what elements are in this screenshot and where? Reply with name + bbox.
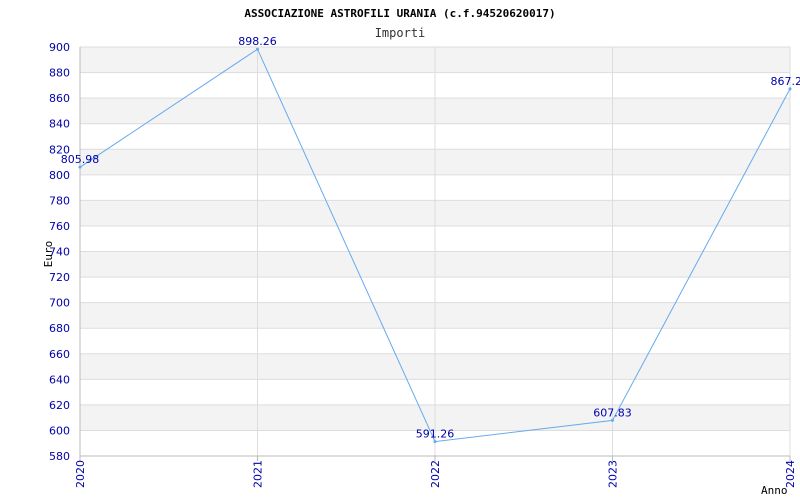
y-tick-label: 800 xyxy=(49,169,70,182)
y-tick-label: 680 xyxy=(49,322,70,335)
y-tick-label: 640 xyxy=(49,373,70,386)
y-tick-label: 620 xyxy=(49,399,70,412)
y-tick-label: 720 xyxy=(49,271,70,284)
y-tick-label: 580 xyxy=(49,450,70,463)
y-tick-label: 660 xyxy=(49,348,70,361)
x-tick-label: 2021 xyxy=(252,460,265,488)
x-tick-label: 2022 xyxy=(429,460,442,488)
data-label: 898.26 xyxy=(238,35,277,48)
y-tick-label: 900 xyxy=(49,41,70,54)
x-tick-label: 2023 xyxy=(607,460,620,488)
data-label: 591.26 xyxy=(416,428,455,441)
x-tick-label: 2020 xyxy=(74,460,87,488)
data-label: 607.83 xyxy=(593,406,632,419)
data-label: 867.2 xyxy=(771,75,800,88)
y-tick-label: 700 xyxy=(49,297,70,310)
y-tick-label: 860 xyxy=(49,92,70,105)
y-tick-label: 600 xyxy=(49,424,70,437)
y-axis-label: Euro xyxy=(42,241,55,268)
chart-title: ASSOCIAZIONE ASTROFILI URANIA (c.f.94520… xyxy=(244,7,555,20)
data-label: 805.98 xyxy=(61,153,100,166)
x-axis-label: Anno xyxy=(761,484,788,497)
y-tick-label: 780 xyxy=(49,194,70,207)
x-tick-labels: 2020 2021 2022 2023 2024 xyxy=(74,460,797,488)
line-chart: 5806006206406606807007207407607808008208… xyxy=(42,7,800,497)
y-tick-label: 840 xyxy=(49,118,70,131)
y-tick-label: 760 xyxy=(49,220,70,233)
chart-subtitle: Importi xyxy=(375,26,426,40)
y-tick-label: 880 xyxy=(49,67,70,80)
